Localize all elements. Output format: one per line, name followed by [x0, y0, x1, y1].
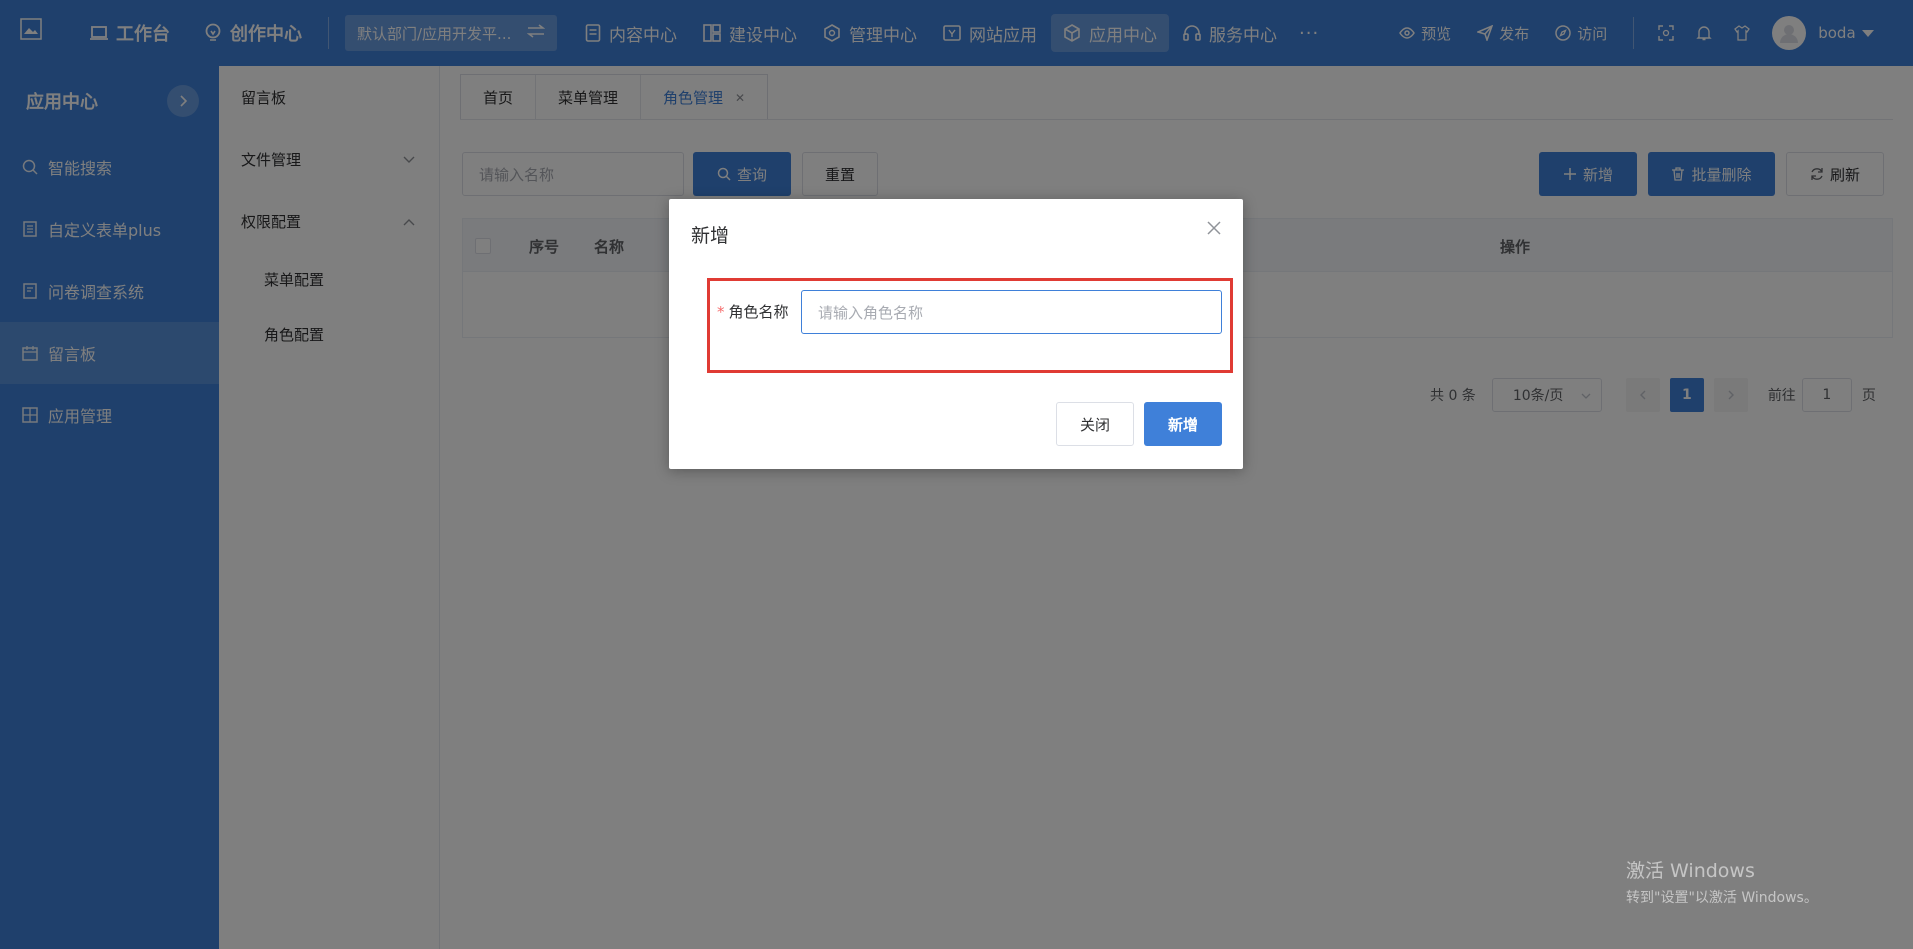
- windows-activation-watermark: 激活 Windows 转到"设置"以激活 Windows。: [1626, 856, 1818, 907]
- role-name-label: * 角色名称: [717, 301, 789, 322]
- close-button[interactable]: 关闭: [1056, 402, 1134, 446]
- add-role-dialog: 新增 * 角色名称 请输入角色名称 关闭 新增: [669, 199, 1243, 469]
- required-mark: *: [717, 303, 725, 321]
- watermark-line2: 转到"设置"以激活 Windows。: [1626, 890, 1818, 906]
- role-name-input[interactable]: 请输入角色名称: [801, 290, 1222, 334]
- role-name-label-text: 角色名称: [728, 303, 789, 321]
- close-icon[interactable]: [1207, 221, 1221, 235]
- watermark-line1: 激活 Windows: [1626, 860, 1755, 882]
- dialog-title: 新增: [691, 225, 730, 247]
- confirm-add-button[interactable]: 新增: [1144, 402, 1222, 446]
- modal-overlay[interactable]: [0, 0, 1913, 949]
